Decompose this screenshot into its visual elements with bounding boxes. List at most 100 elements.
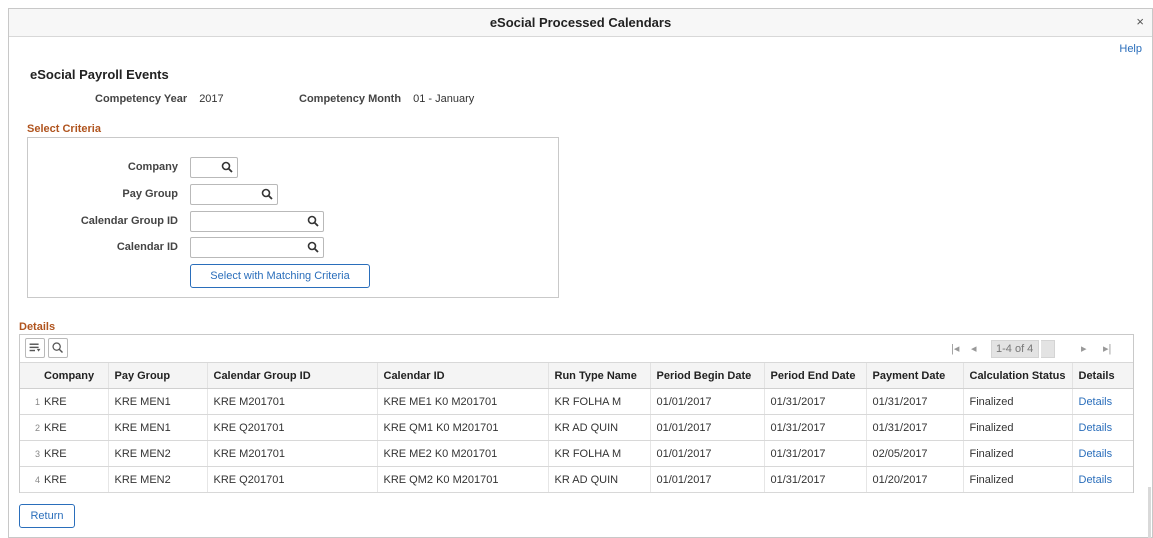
cell-calendar-group: KRE M201701 — [206, 440, 377, 467]
row-number: 3 — [20, 440, 42, 467]
select-criteria-box: Company Pay Group Calendar Group ID Cale… — [27, 137, 559, 298]
column-header: Calendar Group ID — [206, 362, 377, 389]
cell-calendar-id: KRE ME1 K0 M201701 — [376, 388, 548, 415]
cell-status: Finalized — [962, 466, 1072, 493]
cell-run-type: KR AD QUIN — [547, 414, 650, 441]
cell-begin-date: 01/01/2017 — [649, 466, 764, 493]
cell-company: KRE — [42, 440, 108, 467]
cell-payment-date: 01/20/2017 — [865, 466, 963, 493]
cell-pay-group: KRE MEN1 — [107, 388, 207, 415]
cell-run-type: KR FOLHA M — [547, 440, 650, 467]
help-link[interactable]: Help — [1119, 43, 1142, 55]
cell-payment-date: 01/31/2017 — [865, 388, 963, 415]
scrollbar[interactable] — [1146, 37, 1152, 538]
cell-calendar-id: KRE QM2 K0 M201701 — [376, 466, 548, 493]
competency-year: Competency Year 2017 — [95, 93, 224, 105]
details-link[interactable]: Details — [1079, 448, 1113, 460]
select-matching-criteria-button[interactable]: Select with Matching Criteria — [190, 264, 370, 288]
personalize-grid-icon[interactable] — [25, 338, 45, 358]
first-page-icon[interactable]: |◂ — [951, 340, 959, 358]
competency-month-value: 01 - January — [413, 93, 475, 105]
company-label: Company — [127, 161, 178, 173]
cell-company: KRE — [42, 414, 108, 441]
cell-payment-date: 02/05/2017 — [865, 440, 963, 467]
details-title: Details — [19, 321, 56, 333]
cell-end-date: 01/31/2017 — [763, 388, 866, 415]
cell-payment-date: 01/31/2017 — [865, 414, 963, 441]
row-number-header — [20, 362, 42, 389]
search-icon[interactable] — [307, 215, 319, 227]
pager: |◂ ◂ 1-4 of 4 ▸ ▸| — [951, 340, 1121, 358]
details-link[interactable]: Details — [1079, 422, 1113, 434]
cell-begin-date: 01/01/2017 — [649, 440, 764, 467]
table-row: 2 KRE KRE MEN1 KRE Q201701 KRE QM1 K0 M2… — [20, 414, 1133, 441]
find-icon[interactable] — [48, 338, 68, 358]
details-link[interactable]: Details — [1079, 396, 1113, 408]
cell-calendar-group: KRE Q201701 — [206, 414, 377, 441]
company-field[interactable] — [190, 157, 238, 178]
cell-end-date: 01/31/2017 — [763, 440, 866, 467]
page-title: eSocial Payroll Events — [30, 67, 169, 82]
select-criteria-title: Select Criteria — [27, 123, 101, 135]
cell-run-type: KR FOLHA M — [547, 388, 650, 415]
dialog-titlebar: eSocial Processed Calendars × — [9, 9, 1152, 37]
calendar-id-label: Calendar ID — [116, 241, 178, 253]
column-header: Run Type Name — [547, 362, 650, 389]
page-range: 1-4 of 4 — [991, 340, 1039, 358]
cell-end-date: 01/31/2017 — [763, 466, 866, 493]
cell-status: Finalized — [962, 414, 1072, 441]
cell-calendar-group: KRE M201701 — [206, 388, 377, 415]
table-row: 4 KRE KRE MEN2 KRE Q201701 KRE QM2 K0 M2… — [20, 466, 1133, 493]
scrollbar-thumb[interactable] — [1148, 487, 1151, 538]
pay-group-field[interactable] — [190, 184, 278, 205]
calendar-group-field[interactable] — [190, 211, 324, 232]
cell-begin-date: 01/01/2017 — [649, 414, 764, 441]
column-header: Calculation Status — [962, 362, 1072, 389]
details-table: Company Pay Group Calendar Group ID Cale… — [20, 362, 1133, 493]
search-icon[interactable] — [221, 161, 233, 173]
cell-calendar-group: KRE Q201701 — [206, 466, 377, 493]
table-row: 3 KRE KRE MEN2 KRE M201701 KRE ME2 K0 M2… — [20, 440, 1133, 467]
pay-group-label: Pay Group — [122, 188, 178, 200]
search-icon[interactable] — [261, 188, 273, 200]
row-number: 4 — [20, 466, 42, 493]
cell-company: KRE — [42, 388, 108, 415]
cell-pay-group: KRE MEN2 — [107, 466, 207, 493]
page-range-dropdown[interactable] — [1041, 340, 1055, 358]
column-header: Details — [1071, 362, 1133, 389]
details-link[interactable]: Details — [1079, 474, 1113, 486]
processed-calendars-dialog: eSocial Processed Calendars × Help eSoci… — [8, 8, 1153, 538]
table-header-row: Company Pay Group Calendar Group ID Cale… — [20, 362, 1133, 389]
return-button[interactable]: Return — [19, 504, 75, 528]
cell-company: KRE — [42, 466, 108, 493]
competency-year-label: Competency Year — [95, 93, 188, 105]
calendar-group-label: Calendar Group ID — [80, 215, 178, 227]
details-grid: |◂ ◂ 1-4 of 4 ▸ ▸| Company Pay Group Cal… — [19, 334, 1134, 493]
cell-pay-group: KRE MEN1 — [107, 414, 207, 441]
prev-page-icon[interactable]: ◂ — [971, 340, 977, 358]
last-page-icon[interactable]: ▸| — [1103, 340, 1111, 358]
table-row: 1 KRE KRE MEN1 KRE M201701 KRE ME1 K0 M2… — [20, 388, 1133, 415]
column-header: Period End Date — [763, 362, 866, 389]
next-page-icon[interactable]: ▸ — [1081, 340, 1087, 358]
column-header: Company — [42, 362, 108, 389]
competency-month: Competency Month 01 - January — [299, 93, 474, 105]
cell-pay-group: KRE MEN2 — [107, 440, 207, 467]
search-icon[interactable] — [307, 241, 319, 253]
cell-calendar-id: KRE ME2 K0 M201701 — [376, 440, 548, 467]
cell-begin-date: 01/01/2017 — [649, 388, 764, 415]
calendar-id-field[interactable] — [190, 237, 324, 258]
cell-calendar-id: KRE QM1 K0 M201701 — [376, 414, 548, 441]
close-icon[interactable]: × — [1136, 15, 1144, 29]
column-header: Calendar ID — [376, 362, 548, 389]
dialog-title: eSocial Processed Calendars — [489, 15, 672, 30]
cell-run-type: KR AD QUIN — [547, 466, 650, 493]
competency-month-label: Competency Month — [299, 93, 402, 105]
row-number: 1 — [20, 388, 42, 415]
cell-status: Finalized — [962, 440, 1072, 467]
row-number: 2 — [20, 414, 42, 441]
cell-status: Finalized — [962, 388, 1072, 415]
column-header: Payment Date — [865, 362, 963, 389]
column-header: Period Begin Date — [649, 362, 764, 389]
column-header: Pay Group — [107, 362, 207, 389]
